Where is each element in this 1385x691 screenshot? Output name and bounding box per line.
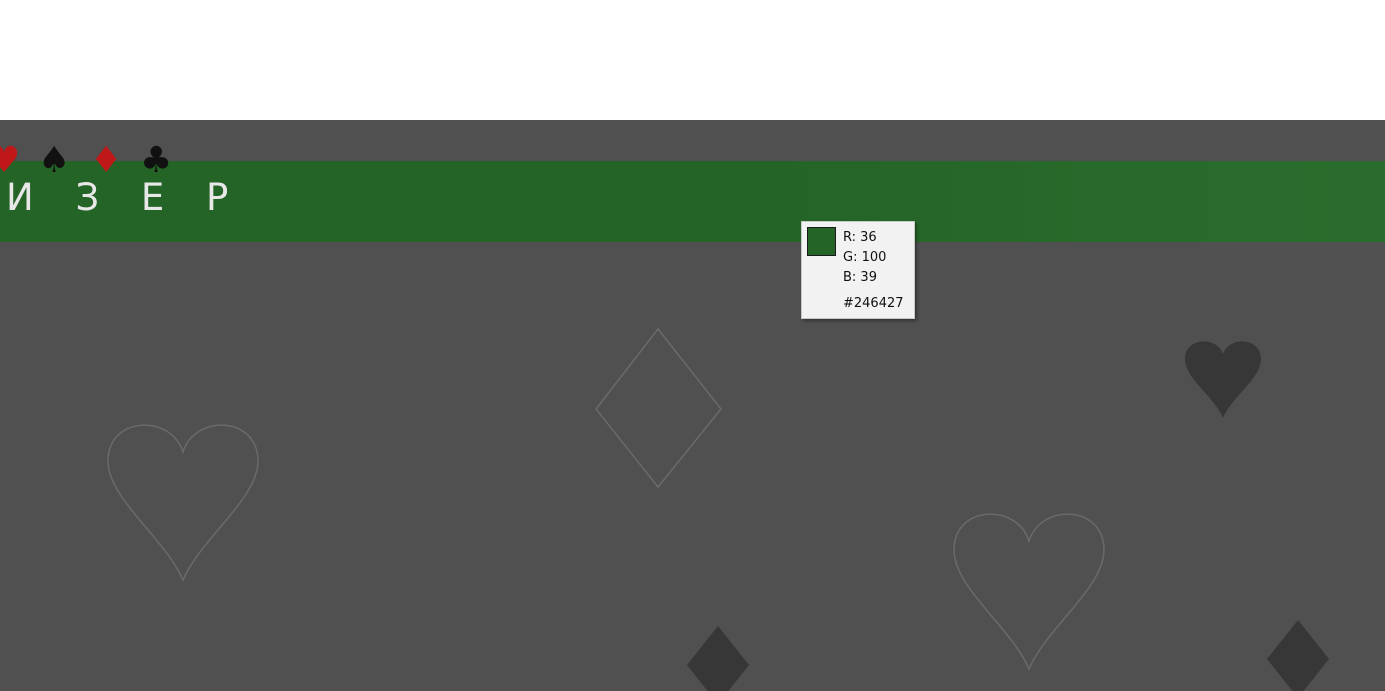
diamond-icon <box>1267 620 1329 691</box>
blue-value: B: 39 <box>843 270 877 285</box>
top-whitespace <box>0 0 1385 120</box>
club-icon: ♣ <box>140 140 173 181</box>
heart-outline-icon <box>107 424 259 582</box>
hex-value: #246427 <box>843 296 904 311</box>
title-banner: И З Е Р <box>0 161 1385 242</box>
color-picker-tooltip: R: 36 G: 100 B: 39 #246427 <box>801 221 915 319</box>
spade-icon: ♠ <box>38 140 71 181</box>
diamond-icon <box>687 626 749 691</box>
green-value: G: 100 <box>843 250 887 265</box>
red-value: R: 36 <box>843 230 877 245</box>
heart-icon: ♥ <box>0 140 21 181</box>
diamond-icon: ♦ <box>90 140 123 181</box>
color-swatch <box>807 227 836 256</box>
heart-outline-icon <box>953 513 1105 671</box>
diamond-outline-icon <box>595 327 722 489</box>
banner-title: И З Е Р <box>6 176 244 219</box>
game-canvas: И З Е Р ♥ ♠ ♦ ♣ <box>0 120 1385 691</box>
heart-icon <box>1184 341 1262 418</box>
